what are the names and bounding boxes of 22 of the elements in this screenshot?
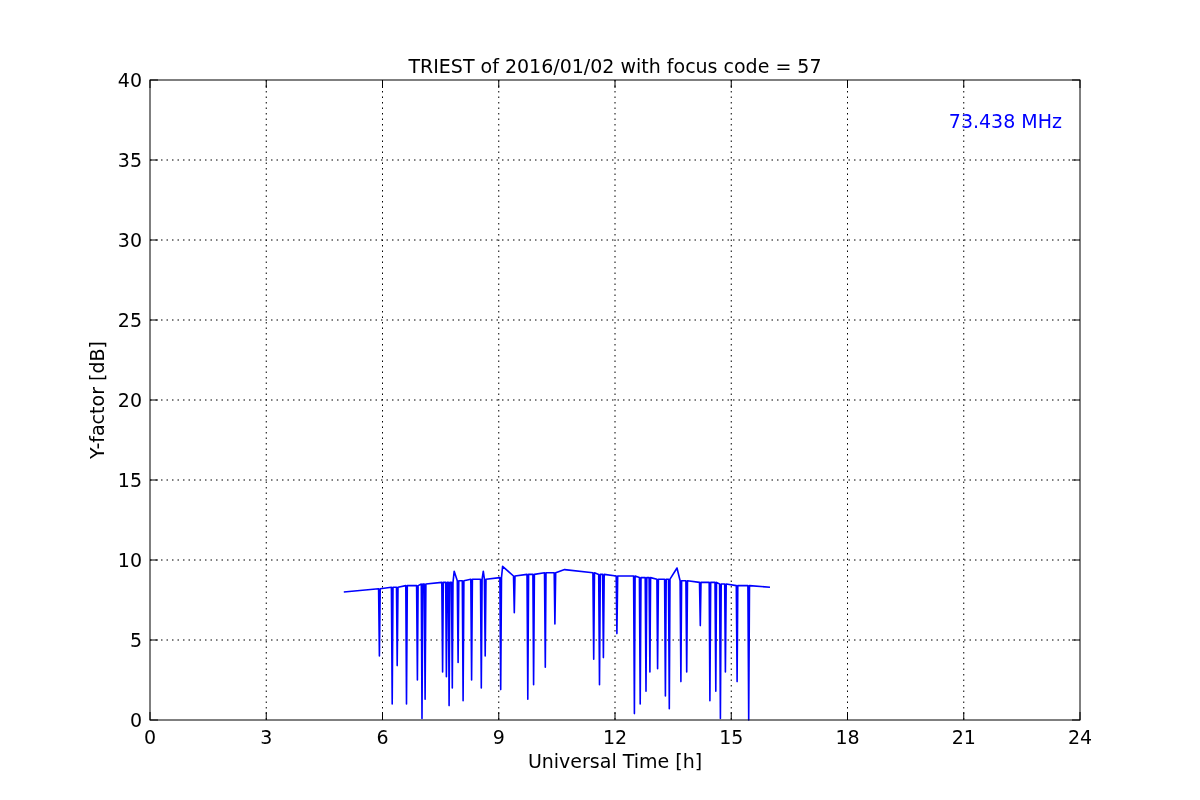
tick-label: 9: [492, 726, 505, 748]
chart-title: TRIEST of 2016/01/02 with focus code = 57: [408, 55, 822, 77]
tick-label: 20: [117, 389, 142, 411]
tick-label: 10: [117, 549, 142, 571]
tick-label: 0: [129, 709, 142, 731]
tick-label: 0: [143, 726, 157, 748]
tick-label: 25: [117, 309, 142, 331]
series-label: 73.438 MHz: [948, 110, 1062, 132]
tick-label: 24: [1067, 726, 1093, 748]
tick-label: 15: [719, 726, 744, 748]
tick-label: 21: [951, 726, 976, 748]
tick-label: 6: [376, 726, 389, 748]
tick-label: 30: [117, 229, 142, 251]
tick-label: 35: [117, 149, 142, 171]
axis-label: Universal Time [h]: [527, 750, 703, 772]
tick-label: 5: [129, 629, 142, 651]
tick-label: 18: [835, 726, 860, 748]
tick-label: 12: [602, 726, 628, 748]
tick-label: 40: [117, 69, 142, 91]
axis-label: Y-factor [dB]: [86, 341, 108, 459]
tick-label: 15: [117, 469, 142, 491]
tick-label: 3: [260, 726, 273, 748]
